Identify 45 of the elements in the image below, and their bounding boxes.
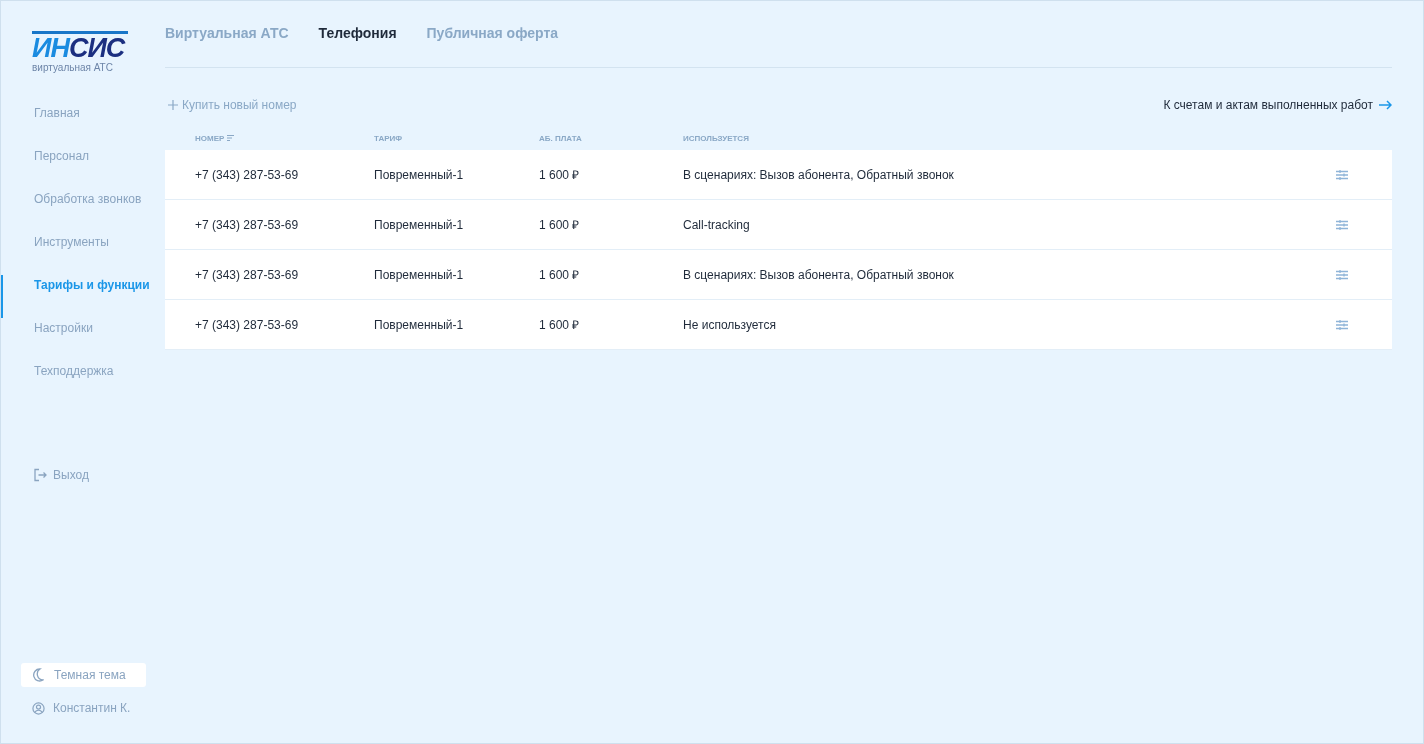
- column-header: АБ. ПЛАТА: [539, 133, 583, 143]
- sidebar-item[interactable]: Обработка звонков: [1, 189, 165, 232]
- tariff-cell-text: Повременный-1: [374, 267, 465, 282]
- column-header: ИСПОЛЬЗУЕТСЯ: [683, 133, 750, 143]
- user-icon: [32, 701, 45, 715]
- invoices-link[interactable]: К счетам и актам выполненных работ: [1163, 98, 1392, 112]
- column-header[interactable]: НОМЕР: [195, 133, 374, 143]
- logo: ИНСИС: [32, 31, 128, 62]
- sidebar-item[interactable]: Главная: [1, 103, 165, 146]
- usage-cell-text: Call-tracking: [683, 217, 751, 232]
- settings-sliders-icon[interactable]: [1335, 217, 1349, 232]
- sidebar-item[interactable]: Персонал: [1, 146, 165, 189]
- tariff-cell-text: Повременный-1: [374, 167, 465, 182]
- tariff-cell-text: Повременный-1: [374, 317, 465, 332]
- column-header: ТАРИФ: [374, 133, 404, 143]
- tab[interactable]: Виртуальная АТС: [165, 25, 289, 41]
- logout-icon: [33, 468, 47, 482]
- usage-cell-text: В сценариях: Вызов абонента, Обратный звонок: [683, 167, 955, 182]
- fee-cell-text: 1 600 ₽: [539, 217, 581, 233]
- buy-number-link[interactable]: Купить новый номер: [168, 98, 297, 112]
- plus-icon: [168, 100, 178, 110]
- settings-sliders-icon[interactable]: [1335, 267, 1349, 282]
- moon-icon: [32, 668, 44, 682]
- phone-number: +7 (343) 287-53-69: [195, 167, 300, 182]
- tab[interactable]: Телефония: [318, 25, 397, 41]
- logo-subtitle: виртуальная АТС: [32, 62, 114, 73]
- phone-number: +7 (343) 287-53-69: [195, 217, 300, 232]
- settings-sliders-icon[interactable]: [1335, 317, 1349, 332]
- usage-cell-text: Не используется: [683, 317, 777, 332]
- phone-number: +7 (343) 287-53-69: [195, 317, 300, 332]
- sidebar-item[interactable]: Настройки: [1, 318, 165, 361]
- usage-cell-text: В сценариях: Вызов абонента, Обратный звонок: [683, 267, 955, 282]
- fee-cell-text: 1 600 ₽: [539, 167, 581, 183]
- sidebar-item[interactable]: Техподдержка: [1, 361, 165, 404]
- fee-cell-text: 1 600 ₽: [539, 267, 581, 283]
- phone-number: +7 (343) 287-53-69: [195, 267, 300, 282]
- dark-theme-button[interactable]: Темная тема: [21, 663, 146, 687]
- logout-link[interactable]: Выход: [33, 468, 165, 482]
- arrow-right-icon: [1379, 100, 1392, 110]
- tariff-cell-text: Повременный-1: [374, 217, 465, 232]
- user-profile-link[interactable]: Константин К.: [32, 701, 165, 715]
- settings-sliders-icon[interactable]: [1335, 167, 1349, 182]
- fee-cell-text: 1 600 ₽: [539, 317, 581, 333]
- sidebar-item[interactable]: Инструменты: [1, 232, 165, 275]
- tab[interactable]: Публичная оферта: [426, 25, 559, 41]
